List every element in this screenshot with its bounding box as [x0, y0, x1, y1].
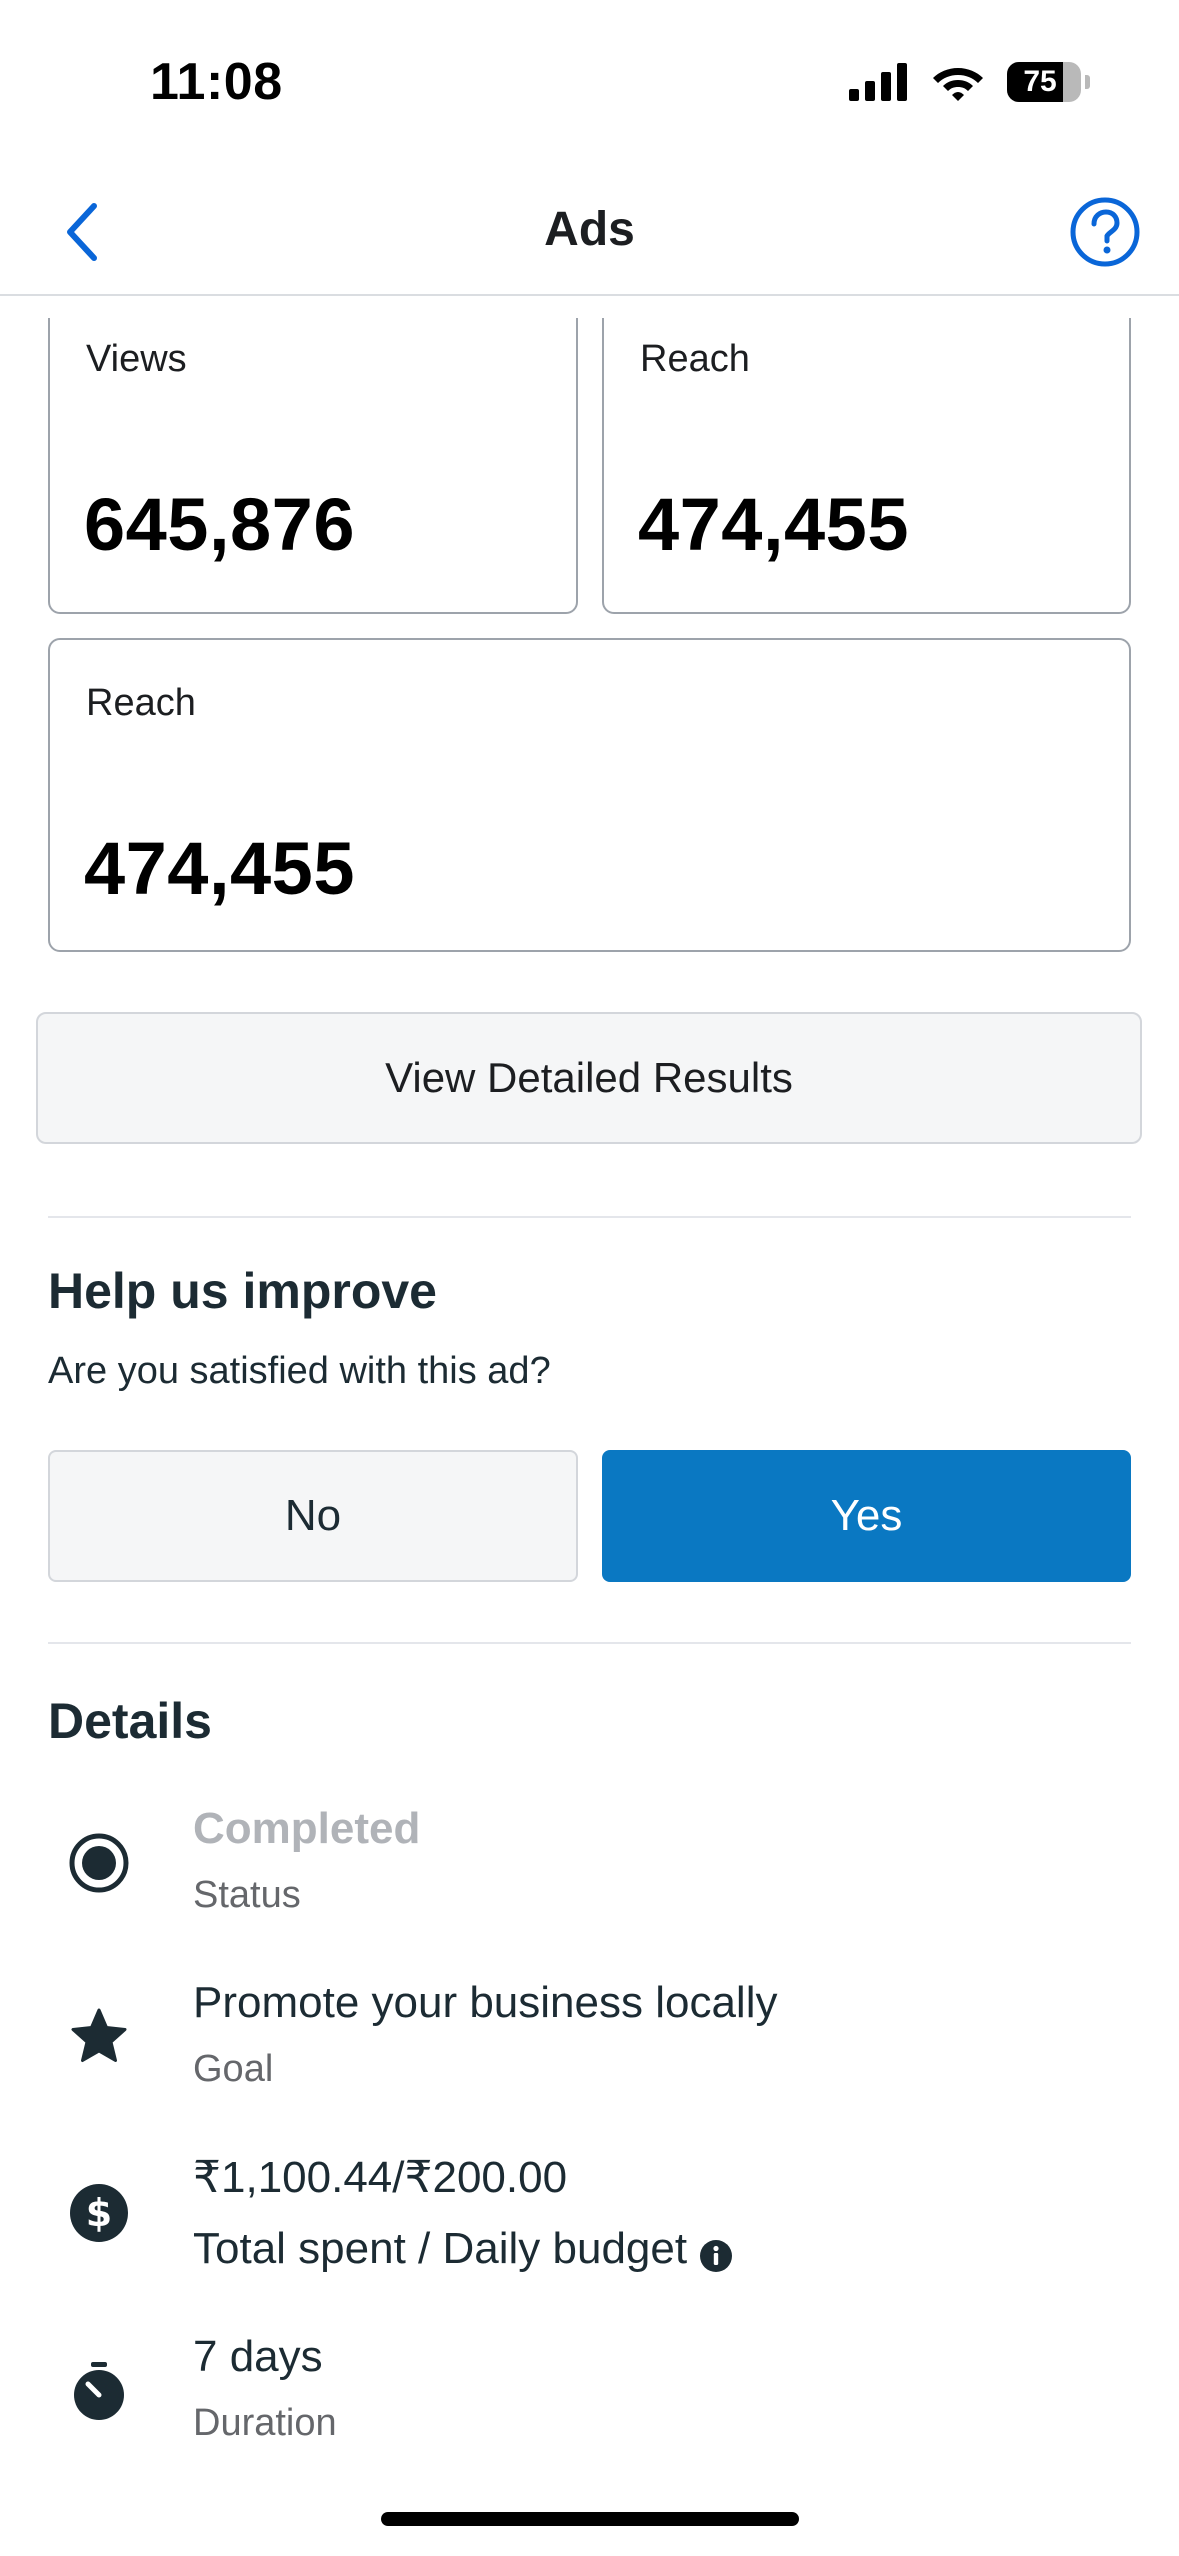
- yes-button[interactable]: Yes: [602, 1450, 1131, 1582]
- info-icon[interactable]: [699, 2234, 733, 2273]
- budget-label: Total spent / Daily budget: [193, 2224, 688, 2273]
- feedback-title: Help us improve: [48, 1263, 437, 1319]
- metric-label: Reach: [86, 682, 196, 724]
- view-detailed-results-button[interactable]: View Detailed Results: [36, 1012, 1142, 1144]
- duration-value: 7 days: [193, 2332, 323, 2381]
- duration-label: Duration: [193, 2402, 337, 2444]
- metric-card-reach: Reach 474,455: [602, 318, 1131, 614]
- divider: [48, 1216, 1131, 1218]
- metric-value: 474,455: [84, 827, 355, 910]
- status-icons: 75: [849, 62, 1090, 102]
- svg-text:$: $: [86, 2191, 112, 2235]
- metric-value: 474,455: [638, 483, 909, 566]
- status-value: Completed: [193, 1804, 421, 1853]
- detail-row-budget: $ ₹1,100.44/₹200.00 Total spent / Daily …: [48, 2152, 1131, 2302]
- status-bar: 11:08 75: [0, 0, 1179, 170]
- metric-card-reach-full: Reach 474,455: [48, 638, 1131, 952]
- detail-row-goal: Promote your business locally Goal: [48, 1978, 1131, 2128]
- detail-row-duration: 7 days Duration: [48, 2332, 1131, 2482]
- question-circle-icon: [1070, 197, 1140, 267]
- goal-value: Promote your business locally: [193, 1978, 778, 2027]
- wifi-icon: [933, 68, 983, 101]
- no-button[interactable]: No: [48, 1450, 578, 1582]
- cellular-signal-icon: [849, 63, 907, 101]
- detail-row-status: Completed Status: [48, 1804, 1131, 1954]
- battery-indicator: 75: [1007, 62, 1090, 102]
- divider: [48, 1642, 1131, 1644]
- stopwatch-icon: [68, 2360, 130, 2422]
- metric-label: Views: [86, 338, 187, 380]
- page-title: Ads: [544, 203, 635, 256]
- details-title: Details: [48, 1693, 212, 1749]
- battery-percent: 75: [1023, 65, 1057, 98]
- home-indicator: [381, 2512, 799, 2526]
- feedback-question: Are you satisfied with this ad?: [48, 1350, 551, 1392]
- star-icon: [68, 2006, 130, 2068]
- metric-card-views: Views 645,876: [48, 318, 578, 614]
- goal-label: Goal: [193, 2048, 274, 2090]
- status-label: Status: [193, 1874, 301, 1916]
- nav-bar: Ads: [0, 170, 1179, 296]
- budget-label-row: Total spent / Daily budget: [193, 2224, 733, 2274]
- budget-value: ₹1,100.44/₹200.00: [193, 2153, 568, 2202]
- help-button[interactable]: [1065, 192, 1145, 272]
- radio-selected-icon: [68, 1832, 130, 1894]
- dollar-icon: $: [68, 2182, 130, 2244]
- battery-cap: [1085, 75, 1090, 89]
- metric-label: Reach: [640, 338, 750, 380]
- status-time: 11:08: [150, 53, 283, 111]
- metric-value: 645,876: [84, 483, 355, 566]
- battery-body: 75: [1007, 62, 1081, 102]
